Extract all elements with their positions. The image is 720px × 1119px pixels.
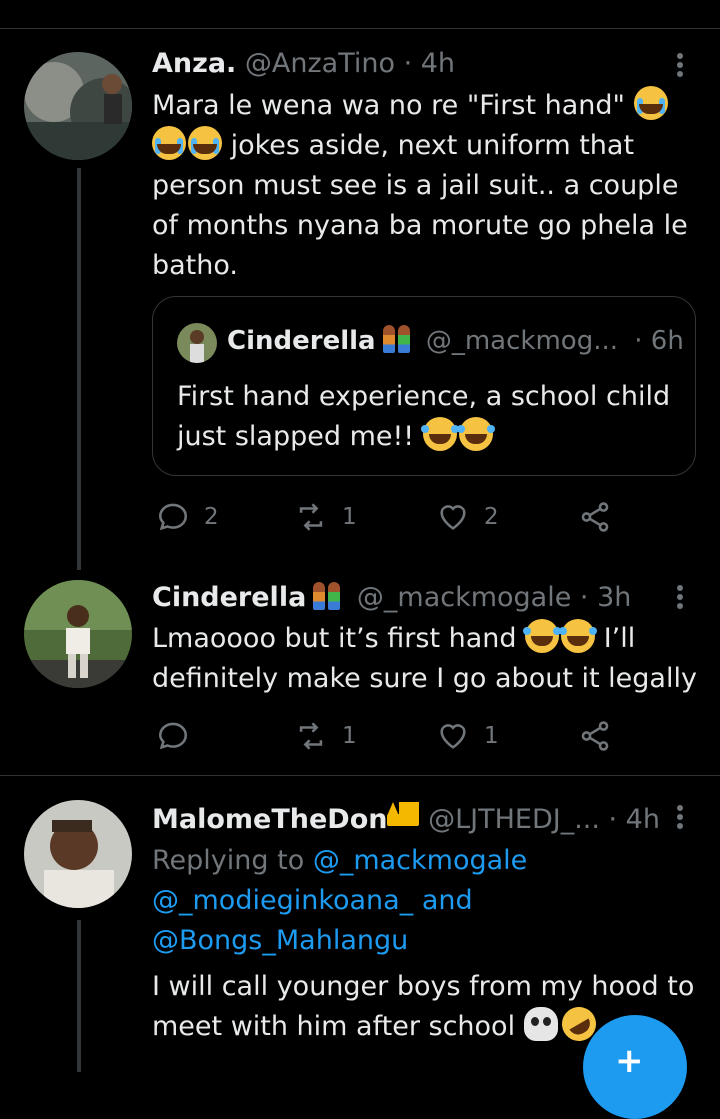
couple-emoji-icon (312, 582, 342, 610)
display-name[interactable]: Anza. (152, 48, 236, 79)
tweet-text: Lmaoooo but it’s first hand I’ll definit… (152, 619, 697, 699)
tweet-anza[interactable]: Anza. @AnzaTino · 4h Mara le wena wa no … (0, 0, 720, 590)
tweet-header: Cinderella @_mackmogale · 3h (152, 582, 631, 613)
skull-emoji-icon (523, 1007, 558, 1041)
crying-emoji-icon (188, 126, 222, 160)
compose-tweet-button[interactable]: + (583, 1015, 687, 1119)
quoted-header: Cinderella @_mackmog... · 6h (227, 325, 684, 356)
handle-and-time[interactable]: @LJTHEDJ_... · 4h (428, 804, 660, 835)
tweet-actions: 2 1 2 (152, 497, 672, 537)
quoted-avatar (177, 323, 217, 363)
handle-and-time[interactable]: @AnzaTino · 4h (245, 48, 455, 79)
couple-emoji-icon (382, 325, 412, 353)
handle-and-time[interactable]: @_mackmogale · 3h (357, 582, 631, 613)
avatar[interactable] (24, 52, 132, 160)
share-button[interactable] (578, 497, 612, 537)
tears-of-joy-emoji-icon (559, 619, 596, 653)
tweet-text: Mara le wena wa no re "First hand" jokes… (152, 86, 697, 286)
reply-button[interactable]: 2 (156, 497, 219, 537)
thread-line (77, 168, 81, 570)
like-count: 2 (484, 504, 499, 530)
quoted-display-name: Cinderella (227, 326, 376, 356)
display-name[interactable]: MalomeTheDon (152, 804, 387, 835)
quoted-tweet[interactable]: Cinderella @_mackmog... · 6h First hand … (152, 296, 696, 476)
retweet-button[interactable]: 1 (294, 497, 357, 537)
display-name[interactable]: Cinderella (152, 582, 306, 613)
crying-emoji-icon (633, 86, 668, 120)
tears-of-joy-emoji-icon (456, 417, 493, 451)
retweet-count: 1 (342, 504, 357, 530)
retweet-count: 1 (342, 723, 357, 749)
quoted-handle: @_mackmog... (425, 326, 618, 356)
crown-emoji-icon (387, 802, 420, 826)
tears-of-joy-emoji-icon (523, 619, 560, 653)
tweet-header: MalomeTheDon @LJTHEDJ_... · 4h (152, 802, 660, 835)
mention-link[interactable]: @_modieginkoana_ (152, 885, 413, 916)
like-button[interactable]: 2 (436, 497, 499, 537)
replying-to: Replying to @_mackmogale @_modieginkoana… (152, 845, 528, 956)
tweet-divider (0, 775, 720, 776)
quoted-text: First hand experience, a school child ju… (177, 381, 671, 452)
tweet-header: Anza. @AnzaTino · 4h (152, 48, 455, 79)
reply-count: 2 (204, 504, 219, 530)
mention-link[interactable]: @_mackmogale (313, 845, 527, 876)
share-button[interactable] (578, 716, 612, 756)
reply-button[interactable] (156, 716, 204, 756)
crying-emoji-icon (152, 126, 186, 160)
avatar[interactable] (24, 800, 132, 908)
reply-icon (158, 503, 188, 531)
mention-link[interactable]: @Bongs_Mahlangu (152, 925, 408, 956)
retweet-icon (299, 722, 323, 750)
more-options-icon[interactable] (670, 50, 690, 80)
heart-icon (440, 505, 466, 530)
more-options-icon[interactable] (670, 802, 690, 832)
quoted-time: · 6h (634, 326, 684, 356)
retweet-button[interactable]: 1 (294, 716, 357, 756)
share-icon (581, 721, 609, 751)
more-options-icon[interactable] (670, 582, 690, 612)
like-button[interactable]: 1 (436, 716, 499, 756)
tears-of-joy-emoji-icon (420, 417, 457, 451)
others-link[interactable]: and (413, 885, 473, 916)
heart-icon (440, 724, 466, 749)
tweet-actions: 1 1 (152, 716, 672, 756)
reply-icon (158, 722, 188, 750)
retweet-icon (299, 503, 323, 531)
like-count: 1 (484, 723, 499, 749)
avatar[interactable] (24, 580, 132, 688)
compose-icon: + (615, 1041, 644, 1081)
share-icon (581, 502, 609, 532)
thread-line (77, 920, 81, 1072)
